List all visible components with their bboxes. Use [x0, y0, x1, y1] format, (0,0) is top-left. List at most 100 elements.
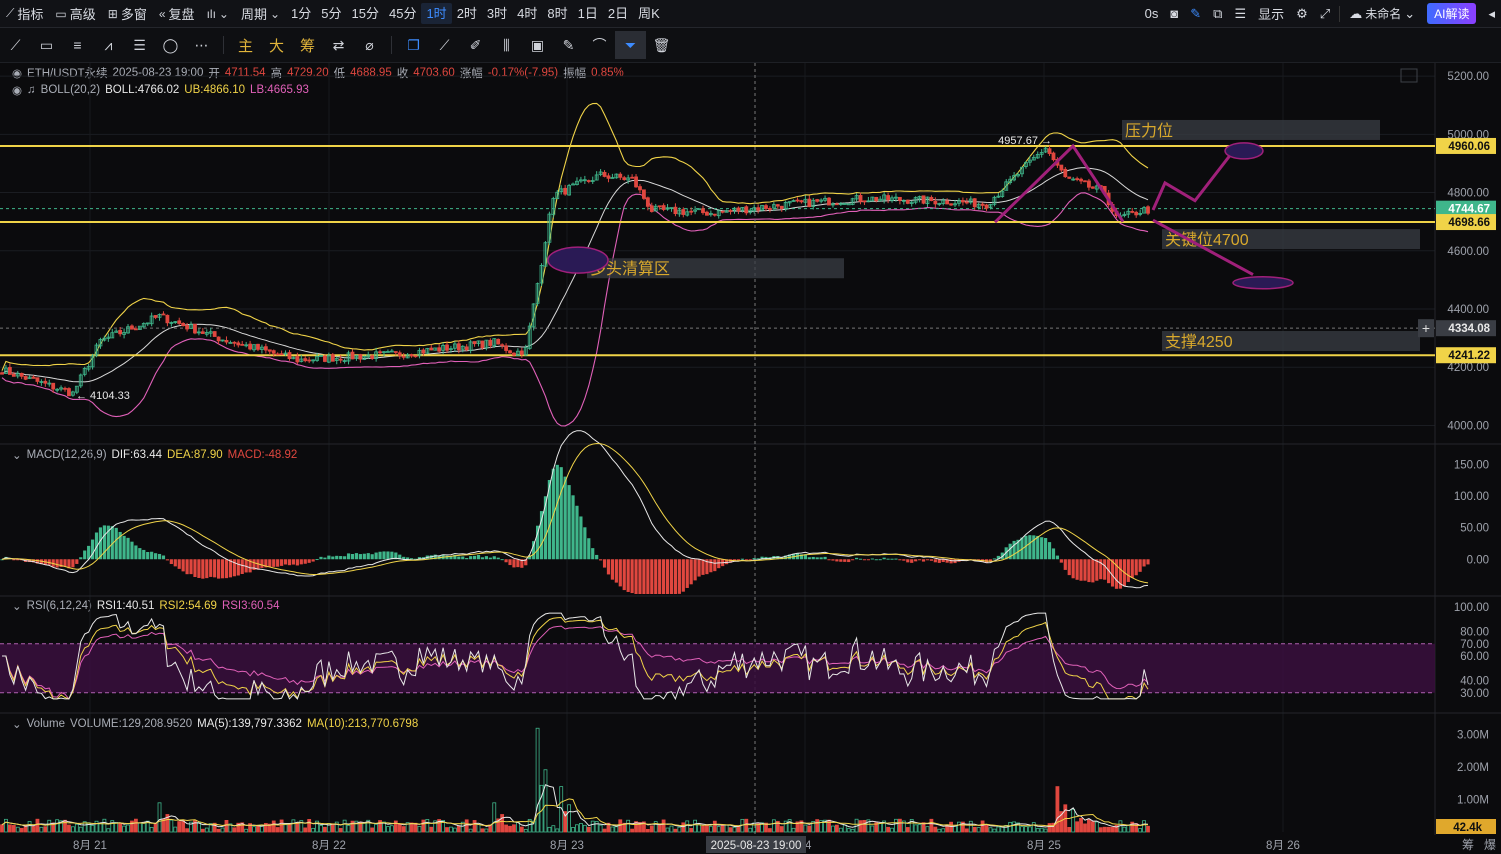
pen-icon[interactable]: ✎	[1184, 0, 1207, 27]
macd-bar	[662, 559, 666, 594]
candle-body	[1134, 211, 1139, 216]
popout-icon[interactable]: ⧉	[1207, 0, 1228, 27]
timeframe-3[interactable]: 45分	[384, 3, 421, 24]
volume-bar	[386, 826, 390, 833]
macd-bar	[697, 559, 701, 577]
candle-body	[271, 350, 276, 354]
camera-icon[interactable]: ◙	[1164, 0, 1184, 27]
ellipse-tool-icon[interactable]: ◯	[155, 31, 186, 59]
timeframe-9[interactable]: 1日	[573, 3, 603, 24]
candle-body	[228, 342, 233, 344]
rectangle-tool-icon[interactable]: ▭	[31, 31, 62, 59]
display-button[interactable]: 显示	[1252, 0, 1290, 27]
edit-icon[interactable]: ✎	[553, 31, 584, 59]
collapse-icon[interactable]: ◂	[1482, 0, 1501, 27]
copy-icon[interactable]: ❐	[398, 31, 429, 59]
price-badge: 4241.22	[1448, 350, 1490, 362]
macd-bar	[406, 557, 410, 560]
candle-body	[929, 197, 934, 202]
candle-body	[980, 203, 985, 206]
candle-body	[118, 329, 123, 335]
timeframe-11[interactable]: 周K	[633, 3, 665, 24]
candle-tool-icon[interactable]: ⫼	[491, 31, 522, 59]
candle-body	[413, 355, 418, 358]
macd-bar	[736, 559, 741, 561]
fib-tool-icon[interactable]: ☰	[124, 31, 155, 59]
candle-body	[972, 198, 977, 208]
chart-canvas[interactable]: 5200.005000.004800.004600.004400.004200.…	[0, 63, 1501, 854]
macd-bar	[213, 559, 217, 578]
volume-bar	[504, 824, 508, 833]
ruler-icon[interactable]: ⟋	[429, 31, 460, 59]
timeframe-8[interactable]: 8时	[542, 3, 572, 24]
account-dropdown[interactable]: ☁ 未命名 ⌄	[1343, 0, 1421, 27]
wave-tool-icon[interactable]: ⩘	[93, 31, 124, 59]
macd-bar	[496, 557, 500, 560]
gear-icon[interactable]: ⚙	[1290, 0, 1314, 27]
macd-bar	[811, 556, 815, 560]
parallel-lines-icon[interactable]: ≡	[62, 31, 93, 59]
indicator-button[interactable]: ⟋ 指标	[0, 0, 49, 27]
filter-icon[interactable]: ⏷	[615, 31, 646, 59]
magnet-icon[interactable]: ⌒	[584, 31, 615, 59]
more-tools-icon[interactable]: ⋯	[186, 31, 217, 59]
candle-body	[11, 373, 16, 377]
macd-bar	[366, 553, 370, 560]
macd-bar	[689, 559, 693, 585]
candle-body	[212, 331, 217, 337]
volume-bar	[287, 823, 292, 833]
macd-bar	[665, 559, 670, 594]
candle-body	[795, 199, 800, 202]
volume-bar	[712, 820, 717, 833]
timeframe-6[interactable]: 3时	[482, 3, 512, 24]
chart-swap-icon[interactable]: ⇄	[323, 31, 354, 59]
volume-bar	[870, 825, 875, 833]
line-tool-icon[interactable]: ⟋	[0, 31, 31, 59]
timeframe-0[interactable]: 1分	[286, 3, 316, 24]
multi-window-button[interactable]: ⊞ 多窗	[102, 0, 153, 27]
candle-body	[185, 325, 189, 330]
macd-bar	[1130, 559, 1134, 578]
period-dropdown[interactable]: 周期 ⌄	[235, 0, 286, 27]
timeframe-5[interactable]: 2时	[452, 3, 482, 24]
candle-body	[303, 358, 308, 362]
volume-bar	[894, 818, 898, 833]
candle-body	[504, 345, 508, 351]
macd-bar	[630, 559, 634, 594]
macd-bar	[343, 556, 347, 560]
timeframe-4[interactable]: 1时	[421, 3, 452, 24]
macd-bar	[492, 556, 496, 560]
volume-bar	[456, 825, 461, 833]
large-order-button[interactable]: 大	[261, 31, 292, 59]
list-settings-icon[interactable]: ☰	[1228, 0, 1252, 27]
timeframe-2[interactable]: 15分	[347, 3, 384, 24]
timeframe-7[interactable]: 4时	[512, 3, 542, 24]
timeframe-10[interactable]: 2日	[603, 3, 633, 24]
timeframe-1[interactable]: 5分	[316, 3, 346, 24]
volume-bar	[472, 820, 477, 833]
advanced-button[interactable]: ▭ 高级	[49, 0, 101, 27]
volume-bar	[429, 826, 434, 833]
candle-body	[634, 176, 638, 188]
main-force-button[interactable]: 主	[230, 31, 261, 59]
ai-analysis-button[interactable]: AI解读	[1427, 3, 1477, 24]
volume-bar	[425, 819, 430, 833]
marker-icon[interactable]: ✐	[460, 31, 491, 59]
trash-icon[interactable]: 🗑	[646, 31, 677, 59]
macd-bar	[866, 559, 870, 561]
volume-bar	[594, 821, 599, 833]
volume-bar	[114, 822, 119, 833]
candle-type-button[interactable]: ılı ⌄	[201, 0, 235, 27]
macd-bar	[591, 548, 595, 560]
lock-icon[interactable]: ▣	[522, 31, 553, 59]
volume-bar	[1024, 826, 1028, 833]
macd-bar	[350, 553, 355, 560]
chip-button[interactable]: 筹	[292, 31, 323, 59]
replay-button[interactable]: «复盘	[153, 0, 201, 27]
price-badge: 4698.66	[1448, 217, 1490, 229]
volume-bar	[7, 824, 12, 833]
brush-off-icon[interactable]: ⌀	[354, 31, 385, 59]
candle-body	[397, 352, 402, 356]
volume-bar	[27, 821, 32, 833]
fullscreen-icon[interactable]: ⤢	[1314, 0, 1336, 27]
